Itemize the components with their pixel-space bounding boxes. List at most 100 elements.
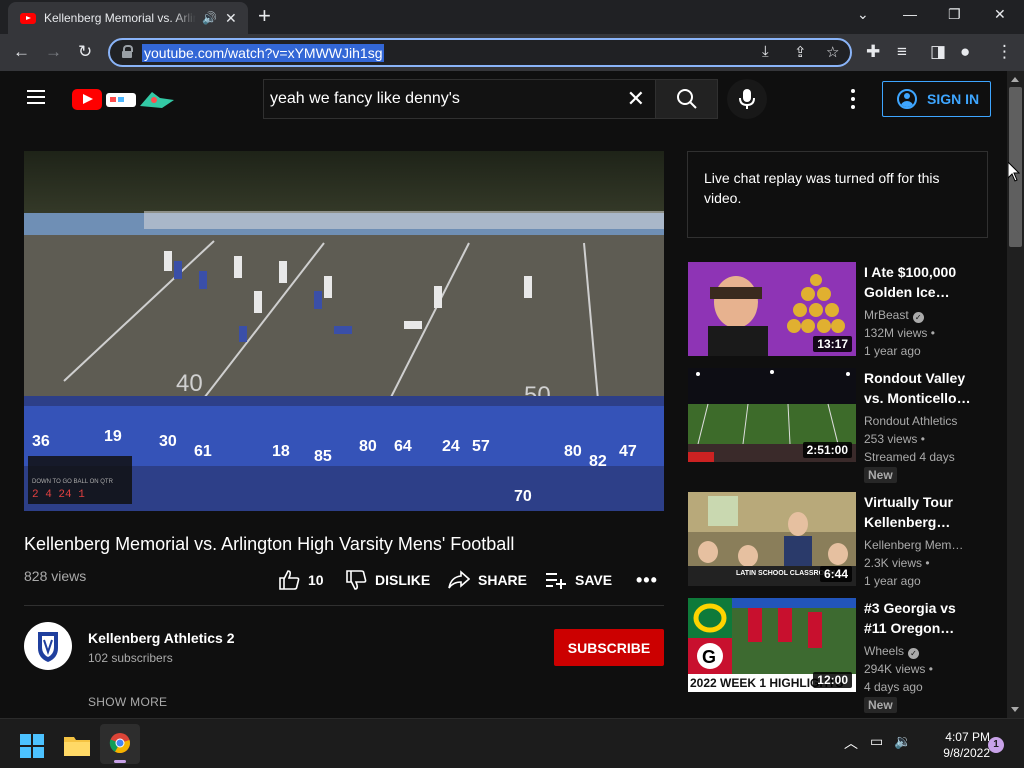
tab-title: Kellenberg Memorial vs. Arlington High V… xyxy=(44,11,196,25)
jersey-number: 30 xyxy=(159,433,177,450)
recommendation-title[interactable]: Rondout Valley vs. Monticello… xyxy=(864,368,974,408)
windows-start-icon[interactable] xyxy=(20,734,44,758)
subscribe-button[interactable]: SUBSCRIBE xyxy=(554,629,664,666)
hamburger-menu-icon[interactable] xyxy=(27,90,45,104)
chrome-taskbar-button[interactable] xyxy=(100,724,140,764)
views-label: 132M views xyxy=(864,326,928,340)
youtube-logo-icon[interactable] xyxy=(72,89,102,110)
recommendation-channel: Rondout Athletics xyxy=(864,414,958,428)
save-button[interactable]: SAVE xyxy=(545,570,612,590)
media-controls-icon[interactable]: ≡ xyxy=(897,42,907,62)
new-tab-button[interactable]: + xyxy=(258,5,271,27)
jersey-number: 61 xyxy=(194,443,212,460)
network-icon[interactable]: ▭ xyxy=(870,733,883,750)
chrome-menu-icon[interactable]: ⋮ xyxy=(996,42,1013,62)
close-window-button[interactable]: ✕ xyxy=(994,6,1006,23)
video-thumbnail[interactable]: G 2022 WEEK 1 HIGHLIGHTS 12:00 xyxy=(688,598,856,692)
youtube-header: ✕ SIGN IN xyxy=(0,71,1007,127)
subscriber-count: 102 subscribers xyxy=(88,651,173,665)
show-hidden-icons-chevron-icon[interactable]: ︿ xyxy=(844,733,858,753)
recommendation-item[interactable]: LATIN SCHOOL CLASSROOM 6:44 Virtually To… xyxy=(688,492,990,588)
jersey-number: 82 xyxy=(589,453,607,470)
scoreboard-values: 2 4 24 1 xyxy=(32,489,85,501)
file-explorer-icon[interactable] xyxy=(64,734,90,756)
recommendation-title[interactable]: Virtually Tour Kellenberg… xyxy=(864,492,974,532)
jersey-number: 57 xyxy=(472,438,490,455)
extensions-puzzle-icon[interactable]: ✚ xyxy=(866,42,880,62)
active-app-indicator xyxy=(114,760,126,763)
taskbar-clock[interactable]: 4:07 PM 9/8/2022 xyxy=(920,729,990,761)
video-thumbnail[interactable]: 2:51:00 xyxy=(688,368,856,462)
recommendation-item[interactable]: G 2022 WEEK 1 HIGHLIGHTS 12:00 #3 Georgi… xyxy=(688,598,990,713)
chrome-icon xyxy=(109,733,130,754)
views-label: 253 views xyxy=(864,432,918,446)
settings-kebab-icon[interactable] xyxy=(851,89,855,109)
scoreboard: DOWN TO GO BALL ON QTR 2 4 24 1 xyxy=(28,456,132,504)
views-label: 2.3K views xyxy=(864,556,923,570)
side-panel-icon[interactable]: ◨ xyxy=(930,42,946,62)
channel-label: Wheels xyxy=(864,644,905,658)
tab-search-chevron-icon[interactable]: ⌄ xyxy=(857,6,869,23)
address-bar[interactable]: youtube.com/watch?v=xYMWWJih1sg ⤓ ⇪ ☆ xyxy=(108,38,852,67)
url-text[interactable]: youtube.com/watch?v=xYMWWJih1sg xyxy=(142,44,385,62)
thumbs-down-icon xyxy=(346,570,367,590)
close-tab-icon[interactable]: ✕ xyxy=(225,10,237,27)
search-box: ✕ xyxy=(263,79,655,119)
video-thumbnail[interactable]: 13:17 xyxy=(688,262,856,356)
more-actions-icon[interactable]: ••• xyxy=(636,570,658,590)
divider xyxy=(24,605,664,606)
reload-icon[interactable]: ↻ xyxy=(78,42,92,62)
restore-button[interactable]: ❐ xyxy=(948,6,961,23)
clock-date: 9/8/2022 xyxy=(943,746,990,760)
recommendation-title[interactable]: I Ate $100,000 Golden Ice… xyxy=(864,262,974,302)
search-button[interactable] xyxy=(655,79,718,119)
video-thumbnail[interactable]: LATIN SCHOOL CLASSROOM 6:44 xyxy=(688,492,856,586)
playlist-add-icon xyxy=(546,573,566,589)
view-count: 828 views xyxy=(24,568,87,584)
channel-crest-icon xyxy=(25,623,71,669)
jersey-number: 70 xyxy=(514,488,532,505)
recommendation-title[interactable]: #3 Georgia vs #11 Oregon… xyxy=(864,598,974,638)
back-arrow-icon[interactable]: ← xyxy=(13,42,30,62)
video-duration: 2:51:00 xyxy=(802,442,852,458)
scroll-down-arrow-icon[interactable] xyxy=(1011,707,1019,712)
forward-arrow-icon[interactable]: → xyxy=(45,42,62,62)
clear-search-icon[interactable]: ✕ xyxy=(627,86,645,112)
video-duration: 6:44 xyxy=(819,566,852,582)
recommendation-item[interactable]: 2:51:00 Rondout Valley vs. Monticello… R… xyxy=(688,368,990,483)
search-icon xyxy=(677,89,697,109)
minimize-button[interactable]: — xyxy=(903,6,917,22)
video-title: Kellenberg Memorial vs. Arlington High V… xyxy=(24,534,515,554)
recommendation-views: 294K views • xyxy=(864,662,933,676)
channel-name[interactable]: Kellenberg Athletics 2 xyxy=(88,630,235,646)
search-input[interactable] xyxy=(270,88,610,110)
like-button[interactable]: 10 xyxy=(278,570,324,590)
sign-in-button[interactable]: SIGN IN xyxy=(882,81,991,117)
profile-icon[interactable]: ● xyxy=(960,42,970,62)
dislike-button[interactable]: DISLIKE xyxy=(345,570,430,590)
recommendation-age: Streamed 4 days xyxy=(864,450,955,464)
video-duration: 13:17 xyxy=(813,336,852,352)
youtube-doodle-icon[interactable] xyxy=(104,88,176,112)
speaker-icon[interactable]: 🔊 xyxy=(202,11,217,25)
voice-search-button[interactable] xyxy=(727,79,767,119)
scroll-up-arrow-icon[interactable] xyxy=(1011,77,1019,82)
like-count: 10 xyxy=(308,572,324,588)
volume-icon[interactable]: 🔉 xyxy=(894,733,911,750)
account-icon xyxy=(897,89,917,109)
jersey-number: 36 xyxy=(32,433,50,450)
notification-badge[interactable]: 1 xyxy=(988,737,1004,753)
share-button[interactable]: SHARE xyxy=(448,570,527,590)
video-duration: 12:00 xyxy=(813,672,852,688)
clock-time: 4:07 PM xyxy=(945,730,990,744)
browser-tab[interactable]: Kellenberg Memorial vs. Arlington High V… xyxy=(8,2,248,34)
thumbs-up-icon xyxy=(279,570,300,590)
share-page-icon[interactable]: ⇪ xyxy=(794,43,807,61)
channel-avatar[interactable] xyxy=(24,622,72,670)
show-more-button[interactable]: SHOW MORE xyxy=(88,695,167,709)
lock-icon[interactable] xyxy=(122,45,133,58)
recommendation-item[interactable]: 13:17 I Ate $100,000 Golden Ice… MrBeast… xyxy=(688,262,990,358)
install-app-icon[interactable]: ⤓ xyxy=(762,43,769,60)
bookmark-star-icon[interactable]: ☆ xyxy=(826,43,839,61)
video-player[interactable]: 40 50 36 19 30 61 18 85 80 64 24 57 80 7… xyxy=(24,151,664,511)
